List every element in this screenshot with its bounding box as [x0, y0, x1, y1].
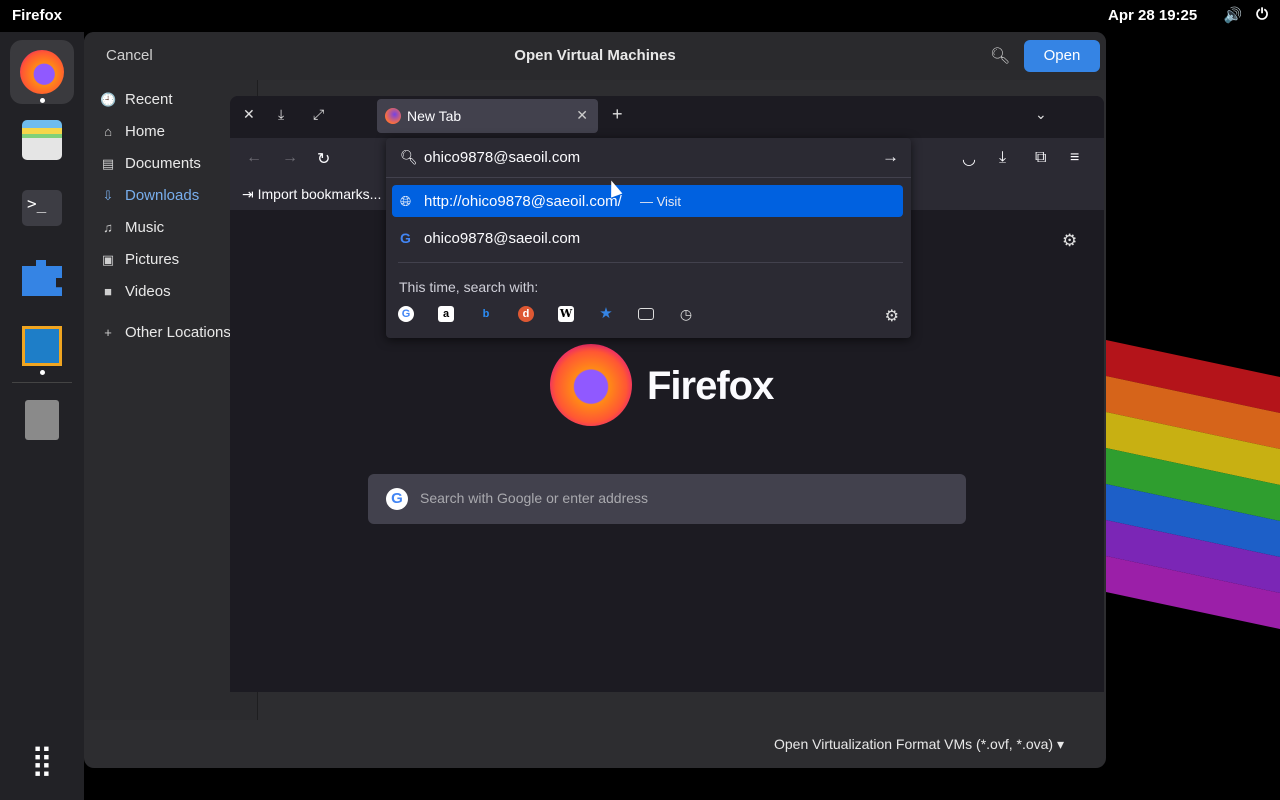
tab-bar: ✕ ⤓ ⤢ New Tab ✕ + ⌄ — [230, 96, 1104, 138]
tab-label: New Tab — [407, 108, 462, 124]
newtab-search-placeholder: Search with Google or enter address — [420, 490, 649, 506]
app-grid-icon[interactable]: ⣿ — [10, 728, 74, 792]
top-bar: Firefox Apr 28 19:25 🔊 ⏻ — [0, 0, 1280, 32]
search-with-label: This time, search with: — [399, 279, 539, 295]
activities-app-name[interactable]: Firefox — [12, 7, 62, 24]
download-icon: ⇩ — [102, 187, 114, 203]
place-recent[interactable]: 🕘 Recent — [100, 91, 173, 108]
virtualbox-icon[interactable] — [10, 314, 74, 378]
pocket-icon[interactable]: ◡ — [962, 149, 976, 169]
volume-icon[interactable]: 🔊 — [1223, 6, 1242, 24]
firefox-logo-icon — [550, 344, 632, 426]
system-tray[interactable]: 🔊 ⏻ — [1223, 6, 1268, 24]
dock: >_ ⣿ — [0, 32, 84, 800]
urlbar-panel: 🔍︎ ohico9878@saeoil.com → 🌐︎ http://ohic… — [386, 138, 911, 338]
downloads-icon[interactable]: ⤓ — [999, 149, 1006, 167]
go-arrow-icon[interactable]: → — [882, 147, 899, 167]
minimize-icon[interactable]: ⤓ — [278, 106, 284, 123]
firefox-icon[interactable] — [10, 40, 74, 104]
open-button[interactable]: Open — [1024, 40, 1100, 72]
place-documents[interactable]: ▤ Documents — [100, 155, 201, 172]
new-tab-icon[interactable]: + — [612, 104, 623, 125]
clock-icon: 🕘 — [100, 91, 117, 107]
search-engine-list: G a b d W ★ ◷ — [398, 306, 694, 322]
place-videos[interactable]: ■ Videos — [100, 283, 171, 300]
tabs-icon[interactable] — [638, 308, 654, 320]
bing-icon[interactable]: b — [478, 306, 494, 322]
tab-new-tab[interactable]: New Tab ✕ — [377, 99, 598, 133]
close-window-icon[interactable]: ✕ — [243, 106, 255, 123]
extensions-icon[interactable]: ⧉ — [1035, 149, 1046, 167]
place-music[interactable]: ♫ Music — [100, 219, 164, 236]
result-visit-url[interactable]: 🌐︎ http://ohico9878@saeoil.com/ — Visit — [392, 185, 903, 217]
extensions-icon[interactable] — [10, 244, 74, 308]
power-icon[interactable]: ⏻ — [1256, 6, 1268, 24]
wikipedia-icon[interactable]: W — [558, 306, 574, 322]
import-icon: ⇥ — [242, 186, 258, 202]
place-other-locations[interactable]: + Other Locations — [100, 324, 231, 341]
document-icon: ▤ — [101, 155, 115, 171]
result-search-google[interactable]: G ohico9878@saeoil.com — [392, 222, 903, 254]
menu-icon[interactable]: ≡ — [1070, 149, 1079, 167]
forward-icon[interactable]: → — [282, 149, 298, 167]
amazon-icon[interactable]: a — [438, 306, 454, 322]
clock[interactable]: Apr 28 19:25 — [1108, 7, 1197, 24]
search-icon: 🔍︎ — [400, 149, 418, 165]
settings-gear-icon[interactable]: ⚙ — [1062, 231, 1077, 251]
video-icon: ■ — [104, 284, 112, 299]
google-icon: G — [386, 488, 408, 510]
urlbar-value[interactable]: ohico9878@saeoil.com — [424, 149, 580, 166]
files-icon[interactable] — [10, 108, 74, 172]
search-settings-gear-icon[interactable]: ⚙ — [885, 306, 899, 326]
bookmarks-star-icon[interactable]: ★ — [598, 306, 614, 322]
search-icon[interactable]: 🔍︎ — [990, 46, 1010, 66]
picture-icon: ▣ — [101, 251, 115, 267]
google-icon: G — [400, 230, 411, 246]
google-icon[interactable]: G — [398, 306, 414, 322]
place-home[interactable]: ⌂ Home — [100, 123, 165, 140]
music-icon: ♫ — [103, 220, 113, 235]
firefox-brand: Firefox — [550, 344, 790, 428]
maximize-icon[interactable]: ⤢ — [313, 106, 324, 123]
trash-icon[interactable] — [10, 388, 74, 452]
duckduckgo-icon[interactable]: d — [518, 306, 534, 322]
firefox-wordmark: Firefox — [647, 364, 774, 408]
dialog-header: Cancel Open Virtual Machines 🔍︎ Open — [84, 32, 1106, 80]
list-tabs-icon[interactable]: ⌄ — [1035, 106, 1047, 123]
globe-icon: 🌐︎ — [400, 193, 412, 209]
plus-icon: + — [104, 325, 112, 340]
terminal-icon[interactable]: >_ — [10, 176, 74, 240]
home-icon: ⌂ — [104, 124, 112, 139]
newtab-search-box[interactable]: G Search with Google or enter address — [368, 474, 966, 524]
reload-icon[interactable]: ↻ — [317, 149, 330, 169]
history-icon[interactable]: ◷ — [678, 306, 694, 322]
dialog-title: Open Virtual Machines — [514, 47, 676, 64]
firefox-favicon-icon — [385, 108, 401, 124]
close-tab-icon[interactable]: ✕ — [576, 107, 588, 124]
wallpaper-stripes — [1106, 340, 1280, 640]
import-bookmarks-button[interactable]: ⇥ Import bookmarks... — [242, 186, 381, 203]
urlbar-input[interactable]: 🔍︎ ohico9878@saeoil.com → — [386, 138, 911, 178]
place-pictures[interactable]: ▣ Pictures — [100, 251, 179, 268]
place-downloads[interactable]: ⇩ Downloads — [100, 187, 200, 204]
back-icon[interactable]: ← — [246, 149, 262, 167]
file-filter-dropdown[interactable]: Open Virtualization Format VMs (*.ovf, *… — [774, 736, 1064, 753]
